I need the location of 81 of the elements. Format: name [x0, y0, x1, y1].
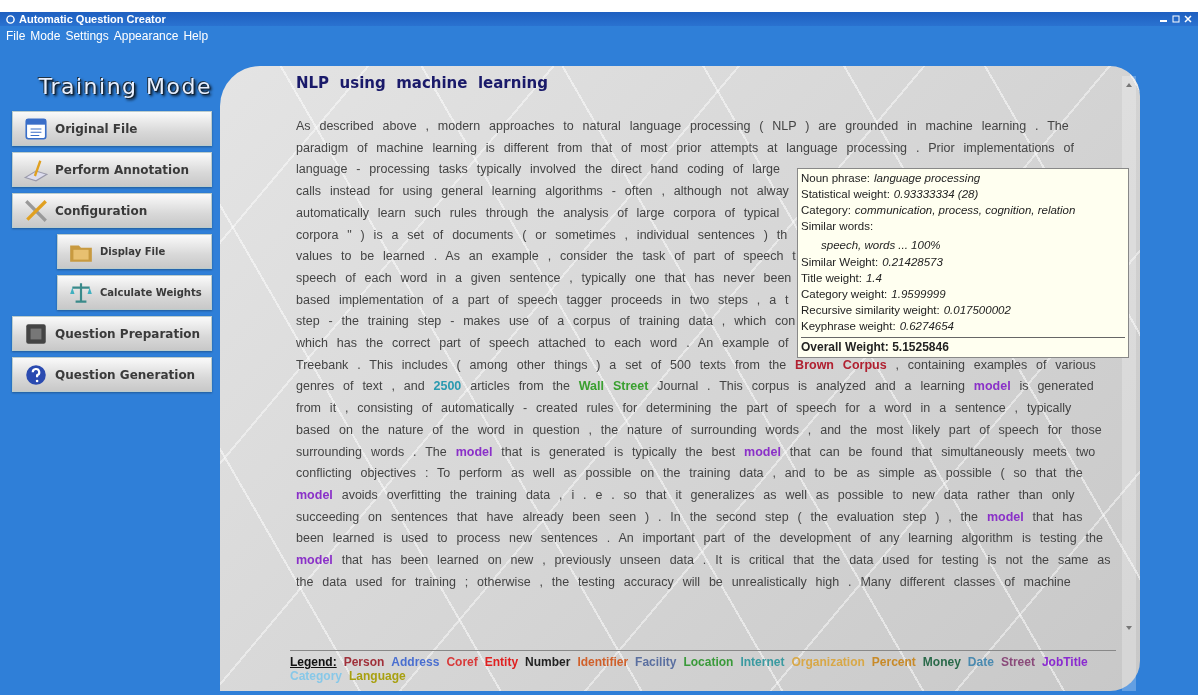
text-line: corpora " ) is a set of documents ( or sometimes , individual sentences ) th	[296, 226, 788, 244]
text-line: automatically learn such rules through the analysis of large corpora of typical	[296, 204, 780, 222]
tooltip-label: Category weight:	[801, 287, 888, 302]
sub-menu-button[interactable]: Calculate Weights	[57, 275, 212, 310]
tooltip-label: Category:	[801, 203, 851, 218]
tooltip-label: Title weight:	[801, 271, 862, 286]
legend-item: Entity	[484, 655, 519, 669]
text-line: from it , consisting of automatically - created rules for determining the part of speech for a word in a sentence , typically	[296, 400, 1072, 418]
legend-item: Organization	[791, 655, 865, 669]
text-line: based on the nature of the word in question , the nature of surrounding words , and the most likely part of speech for those	[296, 421, 1102, 439]
tooltip-value: 1.4	[865, 271, 882, 286]
legend-item: Internet	[740, 655, 785, 669]
scroll-down-icon[interactable]	[1125, 625, 1133, 631]
text-line: values to be learned . As an example , consider the task of part of speech t	[296, 248, 796, 266]
legend-item: Date	[967, 655, 994, 669]
text-line: language - processing tasks typically involved the direct hand coding of large	[296, 161, 780, 179]
tooltip-value: 0.93333334 (28)	[893, 187, 979, 202]
document-title: NLP using machine learning	[296, 74, 549, 92]
text-line: As described above , modern approaches to natural language processing ( NLP ) are grounded in machine learning . The	[296, 118, 1069, 135]
tooltip-value: 1.9599999	[891, 287, 946, 302]
legend-item: Category	[290, 669, 342, 683]
text-line: model avoids overfitting the training data , i . e . so that it generalizes as well as possible to new data rather than only	[296, 486, 1075, 504]
menu-item[interactable]: Appearance	[113, 29, 179, 43]
tooltip-label: Similar Weight:	[801, 255, 879, 270]
tooltip-label: Recursive similarity weight:	[801, 303, 940, 318]
sidebar-button[interactable]: Question Preparation	[12, 316, 212, 351]
text-line: which has the correct part of speech attached to each word . An example of	[296, 335, 789, 353]
text-line: paradigm of machine learning is different from that of most prior attempts at language processing . Prior implementations of	[296, 139, 1074, 157]
text-line: been learned is used to process new sentences . An important part of the development of any learning algorithm is testing the	[296, 530, 1103, 548]
window-title: Automatic Question Creator	[19, 13, 166, 25]
tooltip-value: speech, words ... 100%	[821, 238, 941, 253]
legend-item: Language	[349, 669, 406, 683]
close-icon[interactable]	[1184, 15, 1192, 23]
tooltip-value: language processing	[874, 171, 981, 186]
legend-item: Facility	[635, 655, 677, 669]
text-line: speech of each word in a given sentence , typically one that has never been	[296, 269, 792, 287]
legend-item: Street	[1000, 655, 1035, 669]
text-line: conflicting objectives : To perform as well as possible on the training data , and to be as simple as possible ( so that the	[296, 465, 1083, 483]
legend-item: Number	[525, 655, 571, 669]
text-line: the data used for training ; otherwise , the testing accuracy will be unrealistically high . Many different classes of machine	[296, 573, 1071, 591]
sidebar-button[interactable]: Question Generation	[12, 357, 212, 392]
sub-menu-button[interactable]: Display File	[57, 234, 212, 269]
mode-heading: Training Mode	[37, 73, 212, 101]
text-line: step - the training step - makes use of a corpus of training data , which con	[296, 313, 796, 331]
legend-item: Percent	[871, 655, 916, 669]
tooltip-label: Keyphrase weight:	[801, 319, 896, 334]
tools-icon	[23, 197, 49, 224]
tooltip-value: 0.21428573	[882, 255, 943, 270]
sidebar-button[interactable]: Configuration	[12, 193, 212, 228]
menu-item[interactable]: Settings	[65, 29, 109, 43]
maximize-icon[interactable]	[1172, 15, 1180, 23]
text-line: model that has been learned on new , previously unseen data . It is critical that the data used for testing is not the same as	[296, 552, 1111, 570]
tooltip-label: Similar words:	[801, 219, 874, 234]
scroll-up-icon[interactable]	[1125, 82, 1133, 88]
tooltip-value: 0.6274654	[899, 319, 954, 334]
menu-item[interactable]: File	[6, 29, 26, 43]
tooltip-label: Noun phrase:	[801, 171, 871, 186]
menu-item[interactable]: Help	[183, 29, 209, 43]
legend-item: Money	[922, 655, 961, 669]
app-icon	[6, 14, 15, 24]
legend-item: JobTitle	[1041, 655, 1088, 669]
legend-item: Identifier	[577, 655, 629, 669]
tooltip-value: 0.017500002	[943, 303, 1011, 318]
sidebar-button[interactable]: Original File	[12, 111, 212, 146]
legend-item: Location	[683, 655, 734, 669]
legend-title: Legend:	[290, 655, 337, 669]
text-line: surrounding words . The model that is generated is typically the best model that can be found that simultaneously meets two	[296, 443, 1096, 461]
text-line: based implementation of a part of speech tagger proceeds in two steps , a t	[296, 291, 789, 309]
text-line: Treebank . This includes ( among other things ) a set of 500 texts from the Brown Corpus , containing examples of various	[296, 356, 1096, 374]
tooltip-label: Statistical weight:	[801, 187, 890, 202]
text-line: succeeding on sentences that have already been seen ) . In the second step ( the evaluation step ) , the model that has	[296, 508, 1083, 526]
legend-item: Person	[343, 655, 385, 669]
menu-item[interactable]: Mode	[30, 29, 61, 43]
document-icon	[23, 115, 49, 142]
sidebar-button[interactable]: Perform Annotation	[12, 152, 212, 187]
tooltip-value: communication, process, cognition, relation	[854, 203, 1076, 218]
text-line: calls instead for using general learning algorithms - often , although not alway	[296, 183, 789, 201]
legend-item: Address	[391, 655, 440, 669]
overall-weight: Overall Weight: 5.1525846	[801, 337, 1125, 355]
text-line: genres of text , and 2500 articles from the Wall Street Journal . This corpus is analyzed and a learning model is generated	[296, 378, 1094, 396]
legend-item: Coref	[446, 655, 478, 669]
